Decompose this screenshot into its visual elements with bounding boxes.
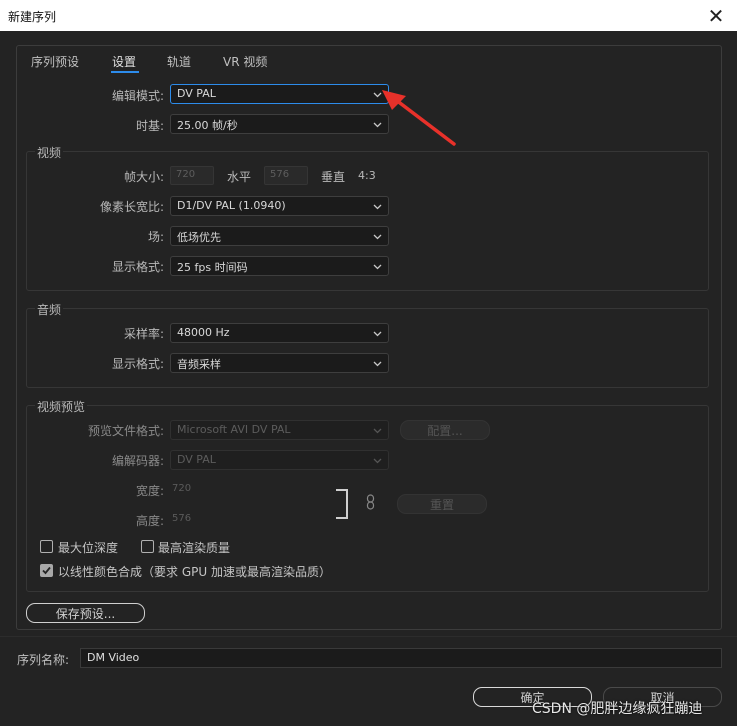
preview-width-label: 宽度: [135, 484, 164, 498]
preview-height-label: 高度: [135, 514, 164, 528]
preview-width-value: 720 [172, 483, 192, 494]
frame-size-label: 帧大小: [123, 170, 164, 184]
chevron-down-icon [373, 262, 382, 271]
chevron-down-icon [373, 232, 382, 241]
pixel-aspect-select[interactable]: D1/DV PAL (1.0940) [170, 196, 389, 216]
sample-rate-select[interactable]: 48000 Hz [170, 323, 389, 343]
video-display-format-value: 25 fps 时间码 [177, 261, 248, 274]
edit-mode-label: 编辑模式: [111, 89, 164, 103]
configure-button[interactable]: 配置... [400, 420, 490, 440]
sequence-name-value: DM Video [87, 651, 140, 664]
chevron-down-icon [373, 202, 382, 211]
edit-mode-select[interactable]: DV PAL [170, 84, 389, 104]
fields-label: 场: [147, 230, 164, 244]
sample-rate-label: 采样率: [123, 327, 164, 341]
chevron-down-icon [373, 456, 382, 465]
video-display-format-select[interactable]: 25 fps 时间码 [170, 256, 389, 276]
pixel-aspect-value: D1/DV PAL (1.0940) [177, 199, 286, 212]
preview-height-value: 576 [172, 513, 192, 524]
max-bit-depth-checkbox[interactable] [40, 540, 53, 553]
linear-color-checkbox[interactable] [40, 564, 53, 577]
max-render-quality-checkbox[interactable] [141, 540, 154, 553]
divider [0, 636, 737, 637]
audio-display-format-label: 显示格式: [111, 357, 164, 371]
preview-file-format-select[interactable]: Microsoft AVI DV PAL [170, 420, 389, 440]
dimension-link-bracket [336, 489, 348, 519]
annotation-arrow-icon [382, 90, 456, 146]
timebase-select[interactable]: 25.00 帧/秒 [170, 114, 389, 134]
close-icon: ✕ [707, 3, 725, 28]
window-title: 新建序列 [8, 10, 57, 24]
aspect-ratio-text: 4:3 [358, 169, 376, 182]
audio-display-format-value: 音频采样 [177, 358, 221, 371]
codec-value: DV PAL [177, 453, 216, 466]
fields-select[interactable]: 低场优先 [170, 226, 389, 246]
close-button[interactable]: ✕ [695, 0, 737, 31]
audio-section-title: 音频 [35, 301, 64, 318]
link-icon[interactable] [366, 493, 375, 511]
frame-height-field: 576 [264, 166, 308, 185]
video-display-format-label: 显示格式: [111, 260, 164, 274]
chevron-down-icon [373, 426, 382, 435]
chevron-down-icon [373, 329, 382, 338]
tab-vr-video[interactable]: VR 视频 [223, 53, 267, 70]
save-preset-button[interactable]: 保存预设... [26, 603, 145, 623]
tab-active-indicator [111, 71, 139, 73]
linear-color-label: 以线性颜色合成（要求 GPU 加速或最高渲染品质） [58, 565, 331, 579]
video-preview-section-title: 视频预览 [35, 398, 88, 415]
codec-select[interactable]: DV PAL [170, 450, 389, 470]
video-section-title: 视频 [35, 144, 64, 161]
tab-sequence-presets[interactable]: 序列预设 [31, 53, 79, 70]
frame-width-value: 720 [176, 169, 196, 180]
tab-settings[interactable]: 设置 [112, 53, 136, 70]
frame-height-value: 576 [270, 169, 290, 180]
codec-label: 编解码器: [111, 454, 164, 468]
pixel-aspect-label: 像素长宽比: [99, 200, 164, 214]
reset-button[interactable]: 重置 [397, 494, 487, 514]
preview-file-format-label: 预览文件格式: [87, 424, 164, 438]
sequence-name-label: 序列名称: [17, 653, 70, 667]
max-render-quality-label: 最高渲染质量 [158, 541, 231, 555]
timebase-value: 25.00 帧/秒 [177, 119, 238, 132]
checkmark-icon [42, 566, 51, 575]
edit-mode-value: DV PAL [177, 87, 216, 100]
frame-width-field: 720 [170, 166, 214, 185]
fields-value: 低场优先 [177, 231, 221, 244]
preview-file-format-value: Microsoft AVI DV PAL [177, 423, 291, 436]
watermark-text: CSDN @肥胖边缘疯狂蹦迪 [532, 701, 703, 717]
tab-tracks[interactable]: 轨道 [167, 53, 191, 70]
vertical-label: 垂直 [321, 170, 346, 184]
sequence-name-input[interactable]: DM Video [80, 648, 722, 668]
audio-display-format-select[interactable]: 音频采样 [170, 353, 389, 373]
audio-group [26, 308, 709, 388]
sample-rate-value: 48000 Hz [177, 326, 230, 339]
timebase-label: 时基: [135, 119, 164, 133]
title-bar: 新建序列 ✕ [0, 0, 737, 31]
chevron-down-icon [373, 359, 382, 368]
max-bit-depth-label: 最大位深度 [58, 541, 119, 555]
horizontal-label: 水平 [227, 170, 252, 184]
